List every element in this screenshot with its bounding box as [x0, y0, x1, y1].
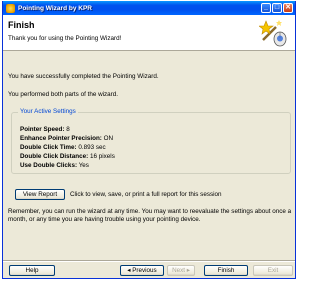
- footer-divider: [3, 260, 295, 262]
- performed-text: You performed both parts of the wizard.: [8, 91, 119, 98]
- setting-double-click-distance: Double Click Distance: 16 pixels: [20, 153, 115, 160]
- title-bar[interactable]: Pointing Wizard by KPR _ □ ✕: [3, 1, 295, 15]
- help-button[interactable]: Help: [9, 265, 55, 276]
- setting-enhance-precision: Enhance Pointer Precision: ON: [20, 135, 114, 142]
- page-subtitle: Thank you for using the Pointing Wizard!: [8, 35, 122, 42]
- mouse-wand-icon: [259, 20, 287, 47]
- page-title: Finish: [8, 20, 35, 30]
- next-button[interactable]: Next ▸: [167, 265, 195, 276]
- previous-button[interactable]: ◂ Previous: [120, 265, 164, 276]
- setting-pointer-speed: Pointer Speed: 8: [20, 126, 70, 133]
- reminder-text: Remember, you can run the wizard at any …: [8, 208, 292, 223]
- setting-double-click-time: Double Click Time: 0.893 sec: [20, 144, 106, 151]
- group-title: Your Active Settings: [18, 108, 78, 115]
- window-title: Pointing Wizard by KPR: [18, 4, 92, 12]
- app-icon: [6, 3, 15, 13]
- wizard-window: Pointing Wizard by KPR _ □ ✕ Finish Than…: [2, 1, 296, 279]
- view-report-button[interactable]: View Report: [15, 189, 65, 200]
- completed-text: You have successfully completed the Poin…: [8, 73, 159, 80]
- maximize-button[interactable]: □: [272, 3, 282, 13]
- finish-button[interactable]: Finish: [204, 265, 248, 276]
- wizard-header: Finish Thank you for using the Pointing …: [3, 15, 295, 51]
- minimize-button[interactable]: _: [261, 3, 271, 13]
- setting-use-double-clicks: Use Double Clicks: Yes: [20, 162, 89, 169]
- view-report-description: Click to view, save, or print a full rep…: [70, 191, 222, 198]
- active-settings-group: Your Active Settings Pointer Speed: 8 En…: [11, 108, 291, 174]
- close-button[interactable]: ✕: [283, 3, 293, 13]
- exit-button[interactable]: Exit: [253, 265, 293, 276]
